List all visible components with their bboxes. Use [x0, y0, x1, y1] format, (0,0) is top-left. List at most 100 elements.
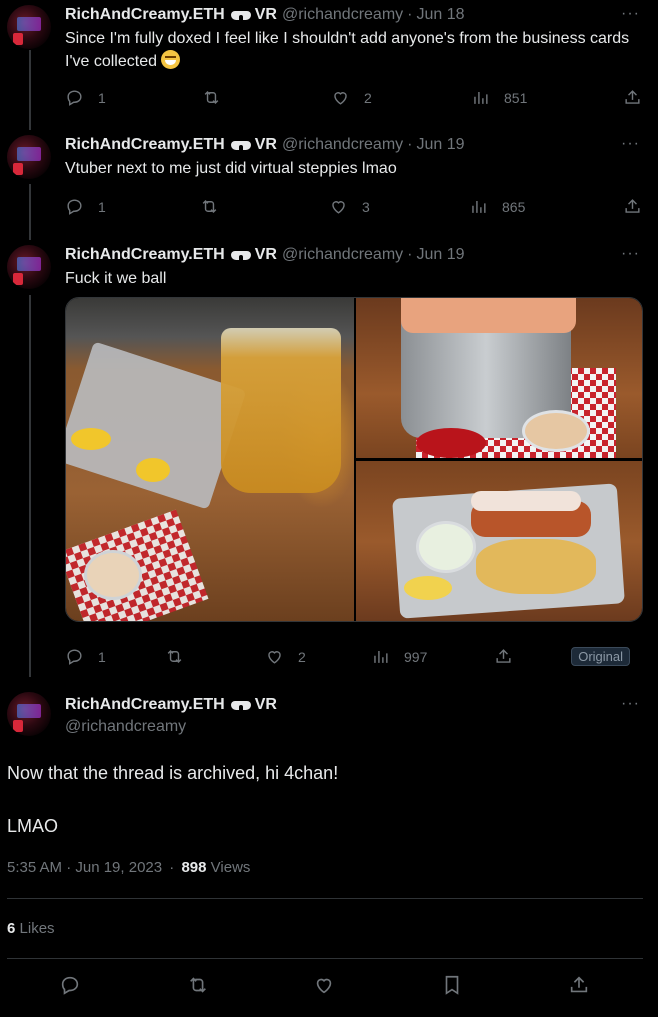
vr-headset-icon	[230, 10, 251, 20]
sweat-smile-emoji-icon	[161, 50, 181, 69]
views-button[interactable]: 997	[371, 647, 427, 666]
tweet-actions: 1 3 865	[65, 197, 645, 217]
more-options-icon[interactable]: ···	[621, 245, 640, 263]
share-button[interactable]	[568, 974, 590, 996]
tweet-text: Since I'm fully doxed I feel like I shou…	[65, 28, 645, 73]
share-icon	[625, 90, 640, 104]
bookmark-icon	[445, 975, 459, 995]
heart-icon	[316, 978, 332, 994]
display-name-suffix[interactable]: VR	[255, 246, 277, 264]
more-options-icon[interactable]: ···	[621, 5, 640, 23]
views-count: 865	[502, 198, 526, 215]
tweet-text-line2: LMAO	[7, 816, 59, 836]
retweet-button[interactable]	[202, 88, 235, 107]
heart-icon	[332, 201, 345, 214]
more-options-icon[interactable]: ···	[621, 135, 640, 153]
heart-icon	[334, 92, 347, 105]
focused-tweet-actions	[0, 974, 658, 998]
views-button[interactable]: 865	[469, 197, 525, 216]
retweet-icon	[190, 977, 206, 993]
separator-dot: ·	[407, 136, 413, 153]
focused-tweet: RichAndCreamy.ETH VR ··· @richandcreamy …	[0, 692, 658, 1017]
display-name[interactable]: RichAndCreamy.ETH	[65, 6, 225, 24]
tweet-header: RichAndCreamy.ETH VR @richandcreamy · Ju…	[65, 135, 465, 155]
handle[interactable]: @richandcreamy	[65, 718, 186, 736]
like-count: 2	[364, 89, 372, 106]
vr-headset-icon	[230, 140, 251, 150]
reply-count: 1	[98, 198, 106, 215]
separator-dot: ·	[407, 246, 413, 263]
divider	[7, 898, 643, 899]
tweet-header: RichAndCreamy.ETH VR @richandcreamy · Ju…	[65, 245, 465, 265]
handle[interactable]: @richandcreamy	[282, 6, 403, 24]
retweet-button[interactable]	[200, 197, 233, 216]
display-name[interactable]: RichAndCreamy.ETH	[65, 136, 225, 154]
display-name-suffix[interactable]: VR	[255, 136, 277, 154]
tweet-text-body: Since I'm fully doxed I feel like I shou…	[65, 30, 630, 70]
tweet-date[interactable]: Jun 19	[416, 246, 464, 264]
photo-lobster-roll[interactable]	[356, 461, 642, 621]
tweet[interactable]: RichAndCreamy.ETH VR @richandcreamy · Ju…	[0, 135, 658, 225]
views-icon	[472, 200, 486, 213]
share-icon	[496, 649, 511, 663]
share-icon	[625, 199, 640, 213]
heart-icon	[268, 651, 281, 664]
views-icon	[474, 91, 488, 104]
reply-button[interactable]	[59, 974, 81, 996]
reply-button[interactable]: 1	[65, 647, 106, 666]
display-name-suffix[interactable]: VR	[255, 696, 277, 714]
reply-icon	[61, 976, 79, 995]
display-name[interactable]: RichAndCreamy.ETH	[65, 696, 225, 714]
views-button[interactable]: 851	[471, 88, 527, 107]
handle[interactable]: @richandcreamy	[282, 136, 403, 154]
tweet[interactable]: RichAndCreamy.ETH VR @richandcreamy · Ju…	[0, 245, 658, 675]
views-count: 997	[404, 648, 428, 665]
tweet-text-line1: Now that the thread is archived, hi 4cha…	[7, 763, 339, 783]
avatar[interactable]	[7, 5, 51, 49]
avatar[interactable]	[7, 245, 51, 289]
like-count: 3	[362, 198, 370, 215]
tweet-date[interactable]: Jun 19	[416, 136, 464, 154]
retweet-icon	[204, 90, 219, 105]
views-count: 851	[504, 89, 528, 106]
reply-count: 1	[98, 89, 106, 106]
vr-headset-icon	[230, 250, 251, 260]
handle[interactable]: @richandcreamy	[282, 246, 403, 264]
retweet-button[interactable]	[187, 974, 209, 996]
photo-beer-seafood[interactable]	[66, 298, 354, 621]
likes-label: Likes	[19, 920, 55, 937]
bookmark-button[interactable]	[441, 974, 463, 996]
photo-shrimp-bucket[interactable]	[356, 298, 642, 458]
tweet-actions: 1 2 851	[65, 88, 645, 108]
views-icon	[374, 650, 388, 663]
divider	[7, 958, 643, 959]
retweet-button[interactable]	[165, 647, 198, 666]
share-button[interactable]	[623, 88, 642, 107]
reply-button[interactable]: 1	[65, 88, 106, 107]
like-count: 2	[298, 648, 306, 665]
display-name-suffix[interactable]: VR	[255, 6, 277, 24]
views-label: Views	[210, 859, 251, 876]
tweet-header: RichAndCreamy.ETH VR @richandcreamy · Ju…	[65, 5, 465, 25]
like-button[interactable]: 3	[329, 197, 370, 216]
display-name[interactable]: RichAndCreamy.ETH	[65, 246, 225, 264]
tweet-timestamp[interactable]: 5:35 AM · Jun 19, 2023	[7, 859, 162, 876]
tweet-date[interactable]: Jun 18	[416, 6, 464, 24]
retweet-icon	[202, 199, 217, 214]
reply-icon	[67, 90, 82, 106]
more-options-icon[interactable]: ···	[621, 695, 640, 713]
like-button[interactable]: 2	[265, 647, 306, 666]
share-button[interactable]	[494, 647, 513, 666]
tweet-header: RichAndCreamy.ETH VR	[65, 695, 277, 715]
avatar[interactable]	[7, 692, 51, 736]
like-button[interactable]	[313, 974, 335, 996]
share-button[interactable]	[623, 197, 642, 216]
likes-summary[interactable]: 6 Likes	[7, 920, 55, 937]
original-badge[interactable]: Original	[571, 647, 630, 666]
avatar[interactable]	[7, 135, 51, 179]
views-count: 898	[181, 859, 207, 876]
reply-button[interactable]: 1	[65, 197, 106, 216]
tweet[interactable]: RichAndCreamy.ETH VR @richandcreamy · Ju…	[0, 5, 658, 115]
like-button[interactable]: 2	[331, 88, 372, 107]
reply-icon	[67, 199, 82, 215]
